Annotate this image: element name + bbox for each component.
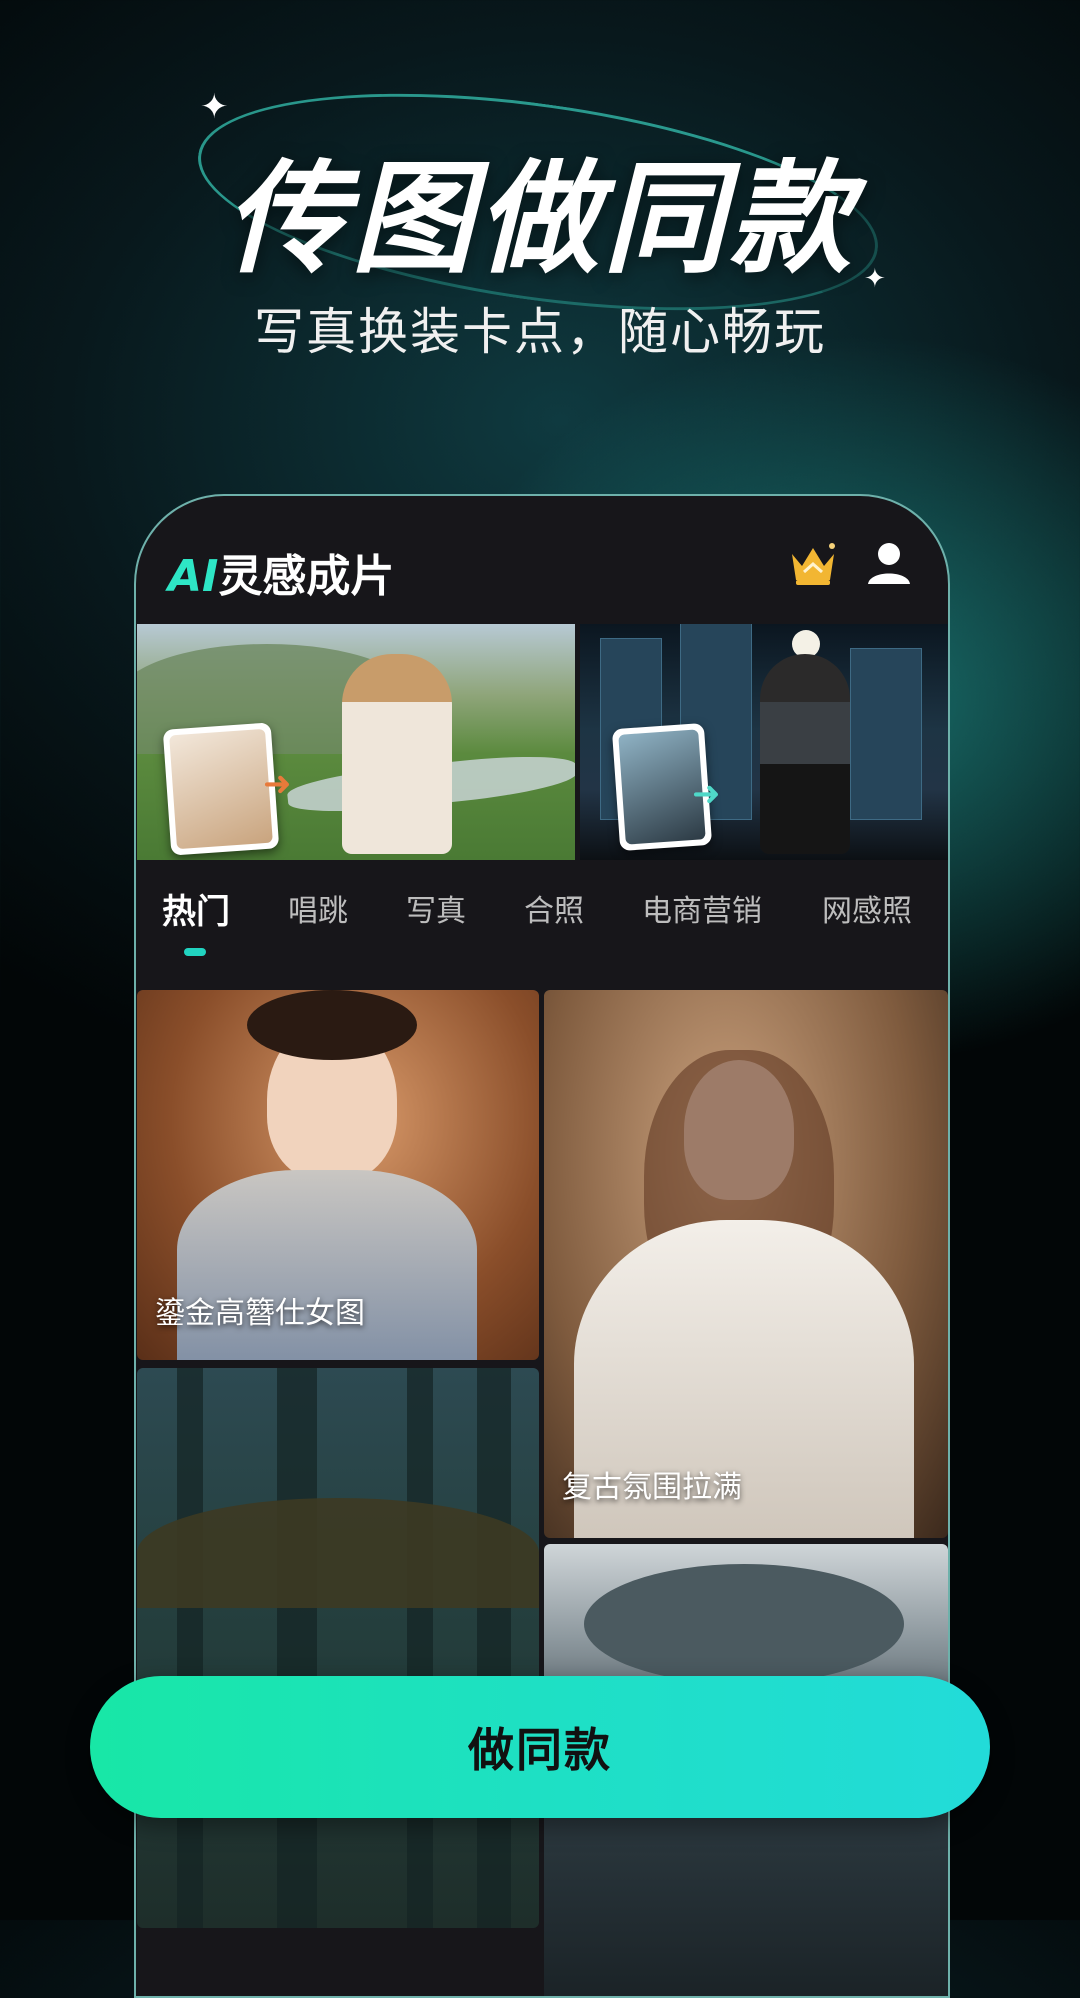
arrow-right-icon: ➜ — [263, 764, 292, 804]
hero-title: 传图做同款 — [225, 148, 855, 290]
user-icon[interactable] — [866, 540, 912, 586]
log-shape — [137, 1498, 539, 1608]
hair-shape — [247, 990, 417, 1060]
arrow-right-icon: ➜ — [692, 774, 721, 814]
cta-label: 做同款 — [468, 1723, 612, 1777]
sparkle-icon: ✦ — [200, 87, 229, 127]
city-night-banner[interactable]: ➜ — [580, 624, 948, 860]
tab-group-photo[interactable]: 合照 — [524, 886, 584, 930]
outfit-thumbnail — [162, 722, 280, 856]
app-logo: AI灵感成片 — [168, 540, 394, 604]
category-tabs: 热门 唱跳 写真 合照 电商营销 网感照 — [136, 886, 948, 976]
building-shape — [850, 648, 922, 820]
app-logo-ai: AI — [168, 551, 219, 602]
make-same-style-button[interactable]: 做同款 — [90, 1676, 990, 1818]
app-logo-text: 灵感成片 — [218, 551, 395, 602]
tree-shape — [177, 1368, 203, 1928]
tab-trendy-photo[interactable]: 网感照 — [822, 886, 912, 930]
template-card[interactable]: 复古氛围拉满 — [544, 990, 948, 1538]
tree-shape — [407, 1368, 433, 1928]
model-figure — [342, 654, 452, 854]
tab-indicator — [184, 948, 206, 956]
tree-shape — [477, 1368, 511, 1928]
tree-shape — [277, 1368, 317, 1928]
tab-hot[interactable]: 热门 — [162, 884, 230, 933]
template-card[interactable]: 鎏金高簪仕女图 — [137, 990, 539, 1360]
model-figure — [760, 654, 850, 854]
tab-ecommerce[interactable]: 电商营销 — [642, 886, 762, 930]
tab-portrait[interactable]: 写真 — [406, 886, 466, 930]
tab-sing-dance[interactable]: 唱跳 — [288, 886, 348, 930]
app-header: AI灵感成片 — [136, 496, 948, 626]
hero-subtitle: 写真换装卡点，随心畅玩 — [254, 303, 826, 361]
card-caption: 鎏金高簪仕女图 — [155, 1296, 365, 1331]
creature-shape — [584, 1564, 904, 1684]
crown-icon[interactable] — [788, 540, 838, 586]
template-card[interactable] — [137, 1368, 539, 1928]
outfit-swap-banner[interactable]: ➜ — [137, 624, 575, 860]
card-caption: 复古氛围拉满 — [562, 1470, 742, 1505]
